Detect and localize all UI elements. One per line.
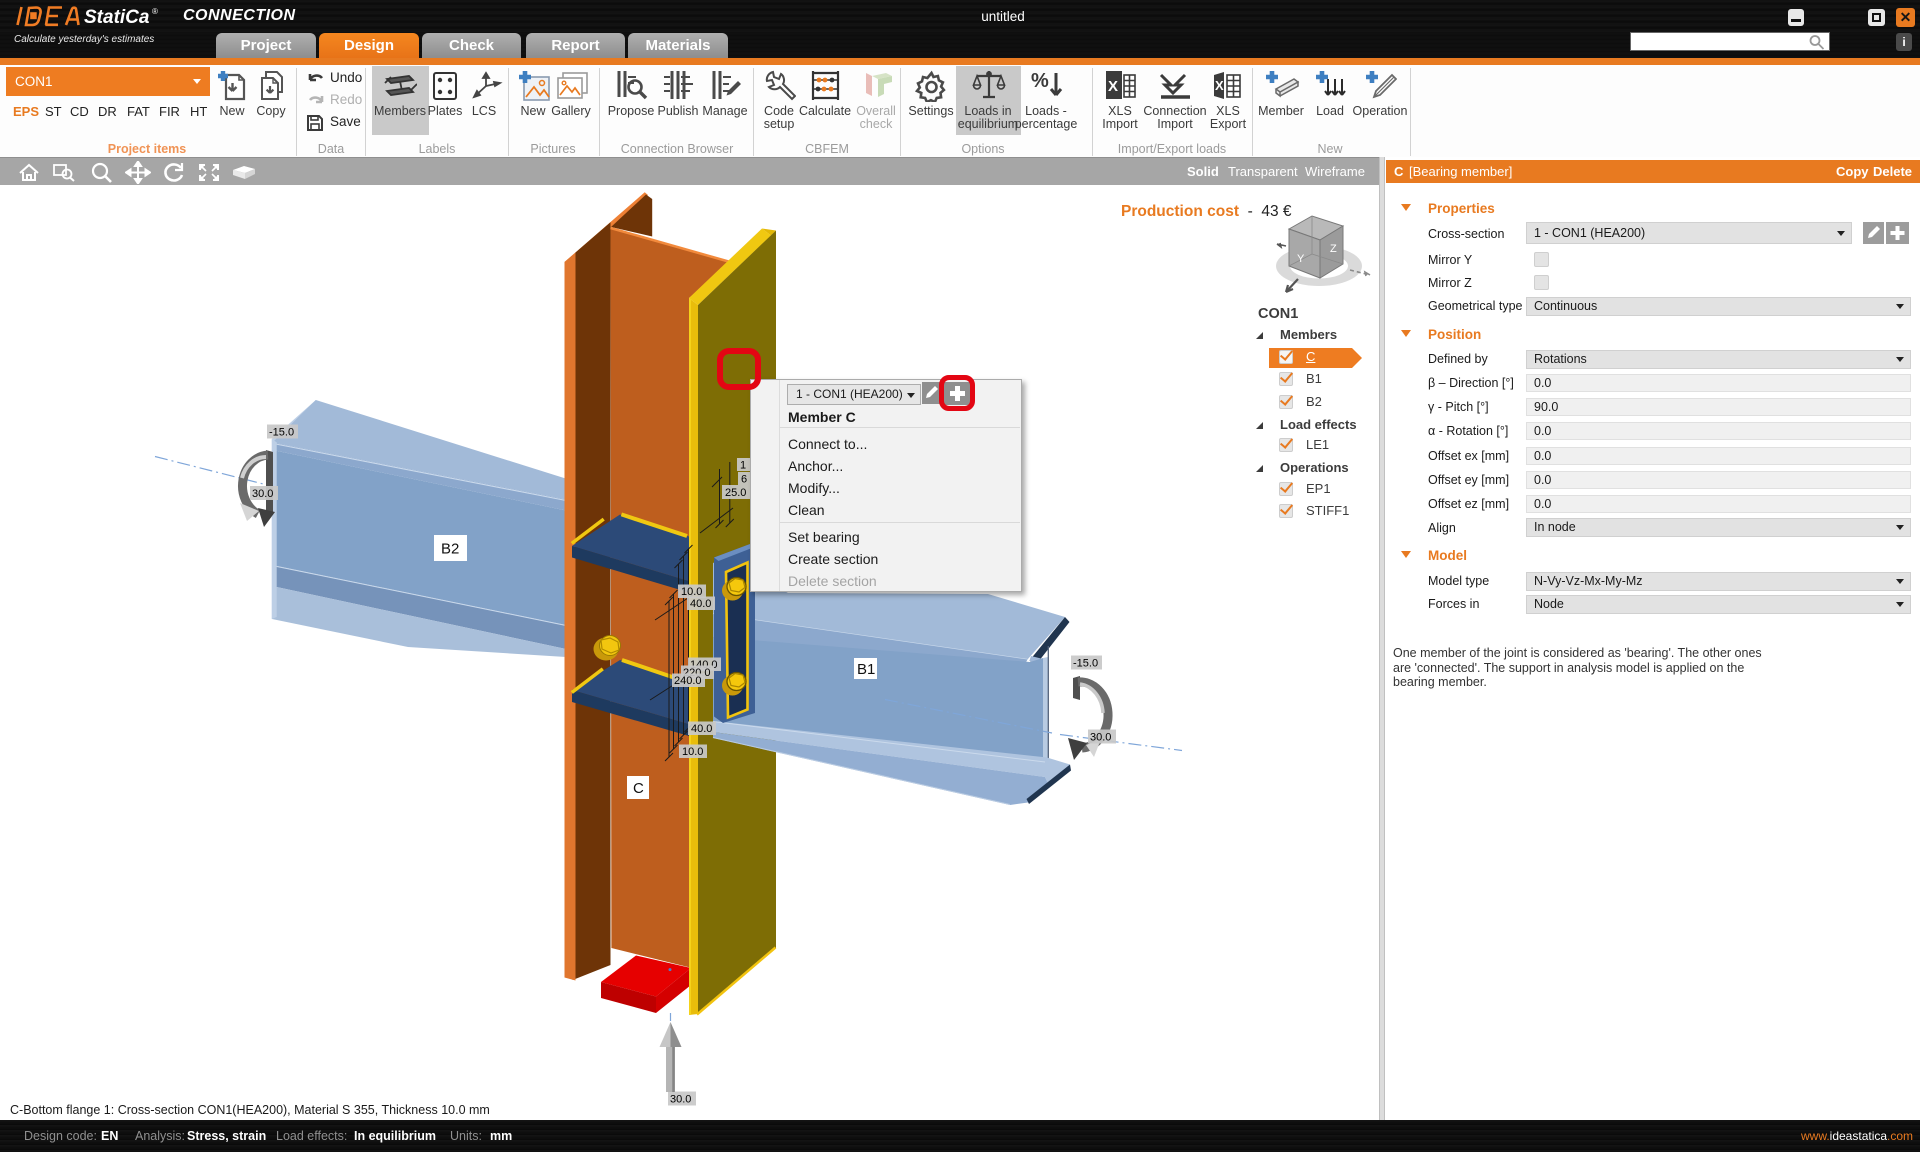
svg-text:X: X — [1108, 78, 1118, 95]
svg-text:30.0: 30.0 — [670, 1094, 691, 1106]
svg-text:40.0: 40.0 — [690, 598, 711, 610]
svg-text:10.0: 10.0 — [681, 586, 702, 598]
svg-text:StatiCa: StatiCa — [84, 7, 150, 28]
svg-text:25.0: 25.0 — [725, 487, 746, 499]
svg-text:-15.0: -15.0 — [1073, 658, 1098, 670]
svg-text:C: C — [633, 780, 644, 797]
svg-text:10.0: 10.0 — [682, 746, 703, 758]
svg-text:1: 1 — [740, 460, 746, 472]
svg-text:Z: Z — [1330, 243, 1337, 255]
svg-text:240.0: 240.0 — [674, 675, 702, 687]
svg-text:B1: B1 — [857, 661, 875, 678]
svg-text:%: % — [1031, 70, 1049, 92]
svg-text:X: X — [1215, 78, 1224, 93]
svg-text:30.0: 30.0 — [1090, 732, 1111, 744]
svg-text:Y: Y — [1297, 253, 1305, 265]
svg-text:B2: B2 — [441, 541, 459, 558]
svg-text:®: ® — [152, 7, 158, 16]
svg-text:40.0: 40.0 — [691, 723, 712, 735]
svg-text:-15.0: -15.0 — [269, 427, 294, 439]
svg-text:6: 6 — [741, 474, 747, 486]
svg-text:30.0: 30.0 — [252, 488, 273, 500]
